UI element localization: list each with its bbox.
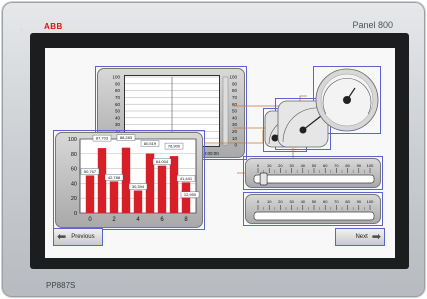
scale-tick-label: 70 xyxy=(334,199,339,204)
previous-button-label: Previous xyxy=(71,234,95,240)
screen: 1009080706050403020100 10090807060504030… xyxy=(45,48,395,258)
scale-bar xyxy=(253,211,375,221)
slider-tick-label: 20 xyxy=(278,163,283,168)
scale-tick-label: 40 xyxy=(301,199,306,204)
scale-frame: 0 10 20 30 40 50 60 70 80 90 100 xyxy=(245,194,381,224)
slider-tick-label: 10 xyxy=(267,163,272,168)
slider-tick-label: 90 xyxy=(357,163,362,168)
scale-svg: 0 10 20 30 40 50 60 70 80 90 100 xyxy=(253,199,375,221)
next-button-label: Next xyxy=(355,234,368,240)
previous-button[interactable]: ⬅ Previous xyxy=(53,228,103,246)
scale-tick-label: 60 xyxy=(323,199,328,204)
panel-title: Panel 800 xyxy=(352,20,393,30)
slider-tick-label: 70 xyxy=(334,163,339,168)
scale-tick-label: 80 xyxy=(345,199,350,204)
model-label: PP887S xyxy=(46,281,76,290)
gauges-svg xyxy=(264,68,379,148)
slider-tick-label: 60 xyxy=(323,163,328,168)
next-button[interactable]: Next ➡ xyxy=(335,228,385,246)
slider-frame: 0 10 20 30 40 50 60 70 80 90 100 xyxy=(245,158,381,188)
slider-tick-label: 0 xyxy=(257,163,260,168)
slider-svg: 0 10 20 30 40 50 60 70 80 90 100 xyxy=(253,163,375,186)
scale-tick-label: 10 xyxy=(267,199,272,204)
slider-track[interactable] xyxy=(253,174,375,184)
arrow-left-icon: ⬅ xyxy=(57,230,67,243)
scale-tick-label: 50 xyxy=(312,199,317,204)
slider-thumb[interactable] xyxy=(259,172,268,186)
status-led xyxy=(20,28,23,31)
scale-tick-label: 20 xyxy=(278,199,283,204)
scale-tick-label: 0 xyxy=(257,199,260,204)
gauge-3 xyxy=(315,68,379,132)
slider-tick-label: 30 xyxy=(289,163,294,168)
scale-tick-label: 30 xyxy=(289,199,294,204)
arrow-right-icon: ➡ xyxy=(371,230,381,243)
scale-tick-label: 100 xyxy=(367,199,374,204)
slider-tick-label: 100 xyxy=(367,163,374,168)
brand-logo: ABB xyxy=(44,22,63,31)
slider-tick-label: 40 xyxy=(301,163,306,168)
slider-tick-label: 80 xyxy=(345,163,350,168)
scale-tick-label: 90 xyxy=(357,199,362,204)
slider-tick-label: 50 xyxy=(312,163,317,168)
